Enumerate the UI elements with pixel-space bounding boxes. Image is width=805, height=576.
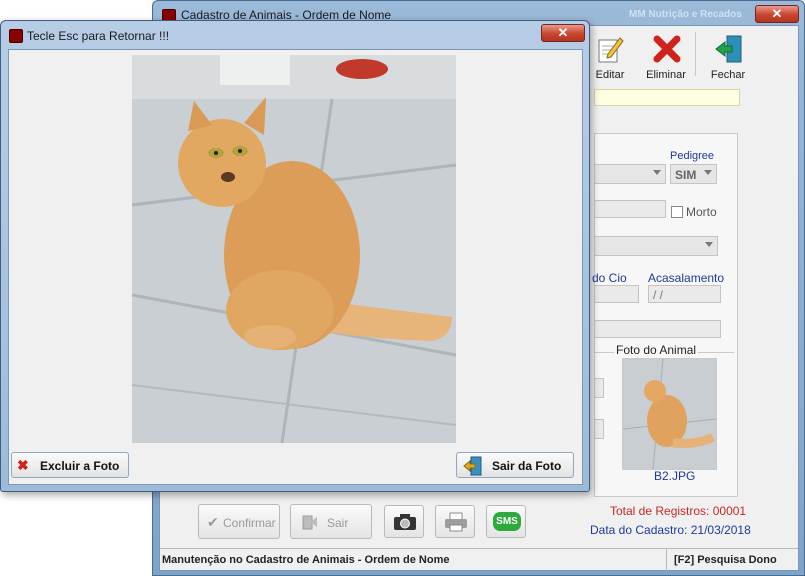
printer-icon (445, 512, 467, 532)
sms-button[interactable]: SMS (486, 505, 526, 538)
photo-dialog: Tecle Esc para Retornar !!! ✕ ✖ Excluir … (0, 20, 590, 492)
cat-thumbnail-image (622, 358, 717, 470)
acasalamento-date-field[interactable]: / / (648, 285, 721, 303)
check-icon: ✔ (207, 514, 219, 530)
status-bar: Manutenção no Cadastro de Animais - Orde… (160, 548, 798, 571)
cio-date-field[interactable] (594, 285, 639, 303)
morto-label: Morto (686, 205, 717, 219)
status-right-text: [F2] Pesquisa Dono (674, 554, 777, 566)
pedigree-combo[interactable]: SIM (670, 164, 717, 184)
exit-door-icon (715, 35, 742, 63)
morto-checkbox[interactable] (671, 206, 683, 218)
cat-photo-image (132, 55, 456, 443)
camera-icon (394, 514, 416, 530)
exit-icon (302, 515, 317, 530)
exit-door-icon (463, 456, 482, 476)
data-cadastro: Data do Cadastro: 21/03/2018 (590, 523, 751, 537)
confirmar-button[interactable]: ✔ Confirmar (198, 504, 280, 539)
dialog-app-icon (9, 29, 23, 43)
excluir-foto-label: Excluir a Foto (40, 459, 120, 473)
status-left-text: Manutenção no Cadastro de Animais - Orde… (162, 554, 450, 566)
pedigree-value: SIM (675, 168, 697, 182)
dialog-client-area: ✖ Excluir a Foto Sair da Foto (8, 49, 583, 485)
foto-animal-label: Foto do Animal (614, 343, 699, 357)
fechar-button[interactable]: Fechar (702, 30, 754, 81)
acasalamento-label: Acasalamento (648, 271, 725, 285)
animal-photo-thumbnail[interactable] (622, 358, 717, 470)
editar-label: Editar (595, 69, 625, 81)
dialog-close-button[interactable]: ✕ (541, 24, 585, 42)
name-field[interactable] (594, 200, 666, 218)
sair-foto-button[interactable]: Sair da Foto (456, 452, 574, 478)
excluir-foto-button[interactable]: ✖ Excluir a Foto (11, 452, 129, 478)
eliminar-label: Eliminar (646, 69, 686, 81)
confirmar-label: Confirmar (223, 516, 276, 530)
sair-label: Sair (327, 516, 349, 530)
breed-combo[interactable] (594, 236, 718, 256)
toolbar-separator (695, 32, 696, 76)
dialog-title: Tecle Esc para Retornar !!! (27, 29, 170, 43)
sair-button[interactable]: Sair (290, 504, 372, 539)
info-strip (594, 89, 740, 106)
foto-filename: B2.JPG (654, 469, 696, 483)
fechar-label: Fechar (710, 69, 746, 81)
sms-icon: SMS (493, 512, 521, 531)
sair-foto-label: Sair da Foto (492, 459, 562, 473)
background-window-title-right: MM Nutrição e Recados (629, 9, 742, 20)
cio-label: do Cio (592, 271, 627, 285)
background-close-button[interactable]: ✕ (755, 5, 799, 23)
species-combo[interactable] (594, 164, 666, 184)
edit-icon (598, 37, 624, 63)
obs-field[interactable] (594, 320, 721, 338)
editar-button[interactable]: Editar (584, 30, 636, 81)
delete-x-icon: ✖ (17, 457, 29, 473)
delete-x-icon (653, 35, 681, 63)
cat-photo (132, 55, 456, 443)
eliminar-button[interactable]: Eliminar (640, 30, 692, 81)
pedigree-label: Pedigree (670, 150, 715, 162)
print-button[interactable] (435, 505, 475, 538)
camera-button[interactable] (384, 505, 424, 538)
status-divider (666, 549, 667, 571)
total-registros: Total de Registros: 00001 (610, 504, 747, 518)
side-field-2[interactable] (594, 419, 604, 439)
side-field-1[interactable] (594, 378, 604, 398)
acasalamento-value: / / (653, 288, 664, 302)
